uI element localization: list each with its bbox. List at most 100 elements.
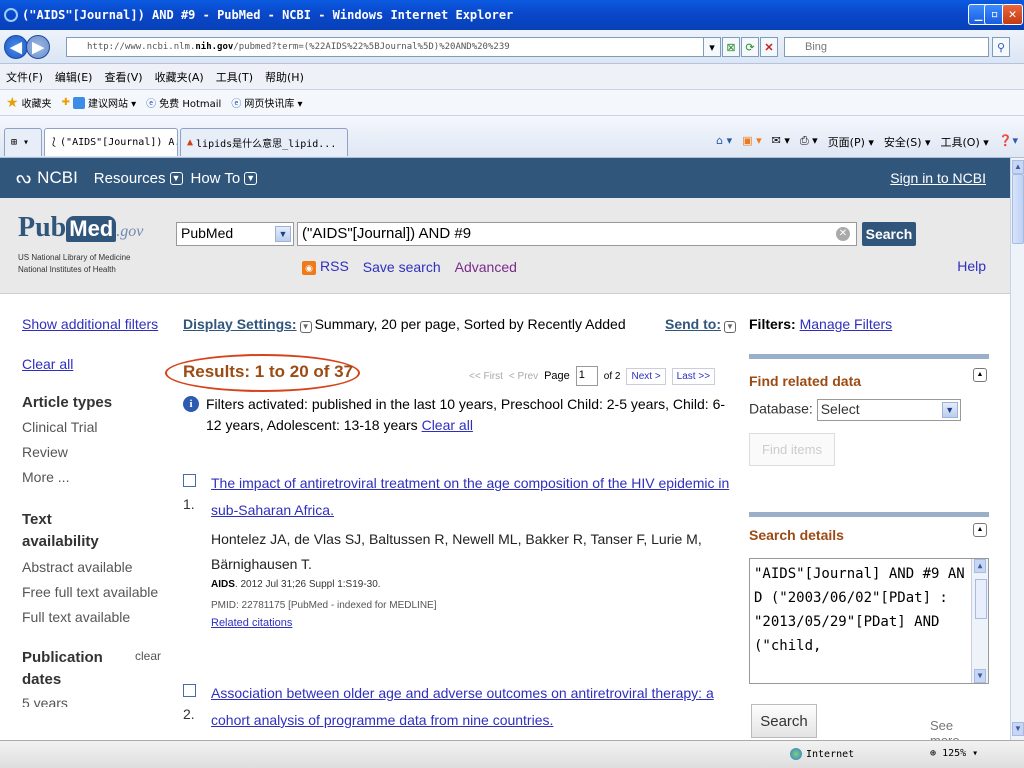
pager-last[interactable]: Last >> [671,367,716,385]
menu-edit[interactable]: 编辑(E) [55,69,93,85]
show-additional-filters-link[interactable]: Show additional filters [22,316,172,332]
scroll-up-icon[interactable]: ▲ [1012,160,1024,174]
feeds-icon[interactable]: ▣ ▾ [742,134,761,150]
url-host: nih.gov [195,42,234,52]
textarea-scrollbar[interactable]: ▲ ▼ [971,559,988,683]
menu-help[interactable]: 帮助(H) [265,69,304,85]
bing-search-input[interactable]: Bing [784,37,989,57]
display-settings-link[interactable]: Display Settings: [183,316,297,332]
fav-hotmail[interactable]: ⓔ 免费 Hotmail [146,95,221,110]
advanced-link[interactable]: Advanced [455,259,517,275]
help-icon[interactable]: ❓▾ [999,134,1018,150]
zoom-control[interactable]: ⊕ 125% ▾ [930,748,978,759]
clear-search-icon[interactable]: ✕ [836,227,850,241]
fav-web-slice[interactable]: ⓔ 网页快讯库 ▾ [231,95,302,110]
pager-first[interactable]: << First [469,371,503,382]
menu-view[interactable]: 查看(V) [104,69,142,85]
filters-clear-all-link[interactable]: Clear all [422,417,473,433]
rss-link[interactable]: ◉ RSS [302,258,349,275]
related-citations-link[interactable]: Related citations [211,617,739,629]
zoom-level: 125% [942,748,967,759]
filter-review[interactable]: Review [22,442,172,462]
details-search-button[interactable]: Search [751,704,817,738]
menu-file[interactable]: 文件(F) [6,69,43,85]
scroll-thumb[interactable] [1012,174,1024,244]
rss-icon: ◉ [302,261,316,275]
result-title-link[interactable]: Association between older age and advers… [211,680,739,734]
search-details-box: Search details ▲ [749,512,989,552]
pager-next[interactable]: Next > [626,367,666,385]
fav-item-label: 免费 Hotmail [159,99,222,110]
search-area: Pub Med .gov US National Library of Medici… [0,198,1010,294]
scroll-down-icon[interactable]: ▼ [1012,722,1024,736]
database-select[interactable]: PubMed ▼ [176,222,294,246]
filter-abstract[interactable]: Abstract available [22,557,172,577]
filter-full-text[interactable]: Full text available [22,607,172,627]
mail-icon[interactable]: ✉ ▾ [772,134,790,150]
globe-icon [790,748,802,760]
help-link[interactable]: Help [957,258,986,274]
logo-pub: Pub [18,212,67,243]
search-details-textarea[interactable]: "AIDS"[Journal] AND #9 AND ("2003/06/02"… [749,558,989,684]
collapse-icon[interactable]: ▲ [973,368,987,382]
search-input[interactable]: ("AIDS"[Journal]) AND #9 [297,222,857,246]
ncbi-tab-icon: ⟅ [51,137,58,148]
result-title-link[interactable]: The impact of antiretroviral treatment o… [211,470,739,524]
close-button[interactable]: ✕ [1002,4,1023,25]
sign-in-link[interactable]: Sign in to NCBI [890,170,986,186]
filter-more-article-types[interactable]: More ... [22,467,172,487]
result-checkbox[interactable] [183,474,196,487]
home-icon[interactable]: ⌂ ▾ [716,134,732,150]
page-scrollbar[interactable]: ▲ ▼ [1010,158,1024,740]
ncbi-logo[interactable]: ᔓ NCBI [16,168,78,188]
filter-5-years[interactable]: 5 years [22,693,172,707]
clear-all-filters-link[interactable]: Clear all [22,356,172,372]
chevron-down-icon[interactable]: ▼ [299,321,312,333]
favorites-button[interactable]: ★ 收藏夹 [6,95,52,111]
database-row: Database: Select ▼ [749,399,989,421]
page-menu[interactable]: 页面(P) ▾ [828,134,874,150]
pager-prev[interactable]: < Prev [509,371,538,382]
safety-menu[interactable]: 安全(S) ▾ [884,134,931,150]
collapse-icon[interactable]: ▲ [973,523,987,537]
security-zone: Internet [790,748,854,760]
search-details-text: "AIDS"[Journal] AND #9 AND ("2003/06/02"… [754,566,965,654]
search-links: ◉ RSS Save search Advanced [302,258,517,275]
menu-favorites[interactable]: 收藏夹(A) [155,69,204,85]
bing-search-icon[interactable]: ⚲ [992,37,1010,57]
menu-tools[interactable]: 工具(T) [216,69,253,85]
compatibility-icon[interactable]: ⊠ [722,37,740,57]
stop-icon[interactable]: ✕ [760,37,778,57]
refresh-icon[interactable]: ⟳ [741,37,759,57]
back-button[interactable]: ◀ [4,35,28,59]
scroll-down-icon[interactable]: ▼ [974,669,986,683]
print-icon[interactable]: ⎙ ▾ [800,134,818,150]
save-search-link[interactable]: Save search [363,259,441,275]
url-field[interactable]: http://www.ncbi.nlm.nih.gov/pubmed?term=… [66,37,719,57]
tools-menu[interactable]: 工具(O) ▾ [941,134,989,150]
howto-menu[interactable]: How To ▼ [191,170,258,187]
result-checkbox[interactable] [183,684,196,697]
search-button[interactable]: Search [862,222,916,246]
find-items-button[interactable]: Find items [749,433,835,466]
resources-menu[interactable]: Resources ▼ [94,170,183,187]
pubmed-logo[interactable]: Pub Med .gov [18,212,143,244]
star-icon: ★ [6,94,19,111]
fav-suggested-sites[interactable]: ✚ 建议网站 ▾ [62,95,136,110]
scroll-up-icon[interactable]: ▲ [974,559,986,573]
clear-pub-dates-link[interactable]: clear [135,649,161,663]
forward-button[interactable]: ▶ [26,35,50,59]
filter-free-full-text[interactable]: Free full text available [22,582,172,602]
pager: << First < Prev Page 1 of 2 Next > Last … [469,366,716,386]
related-database-select[interactable]: Select ▼ [816,399,961,421]
url-dropdown-button[interactable]: ▾ [703,37,721,57]
quick-tabs-button[interactable]: ⊞ ▾ [4,128,42,156]
command-bar: ⌂ ▾ ▣ ▾ ✉ ▾ ⎙ ▾ 页面(P) ▾ 安全(S) ▾ 工具(O) ▾ … [716,134,1018,150]
page-number-input[interactable]: 1 [575,366,598,386]
tab-lipids[interactable]: ▲ lipids是什么意思_lipid... [180,128,348,156]
manage-filters-link[interactable]: Manage Filters [800,316,893,332]
scroll-thumb[interactable] [975,579,987,619]
send-to-menu[interactable]: Send to: ▼ [665,316,739,333]
filter-clinical-trial[interactable]: Clinical Trial [22,417,172,437]
tab-pubmed[interactable]: ⟅("AIDS"[Journal]) A...✕ [44,128,178,156]
